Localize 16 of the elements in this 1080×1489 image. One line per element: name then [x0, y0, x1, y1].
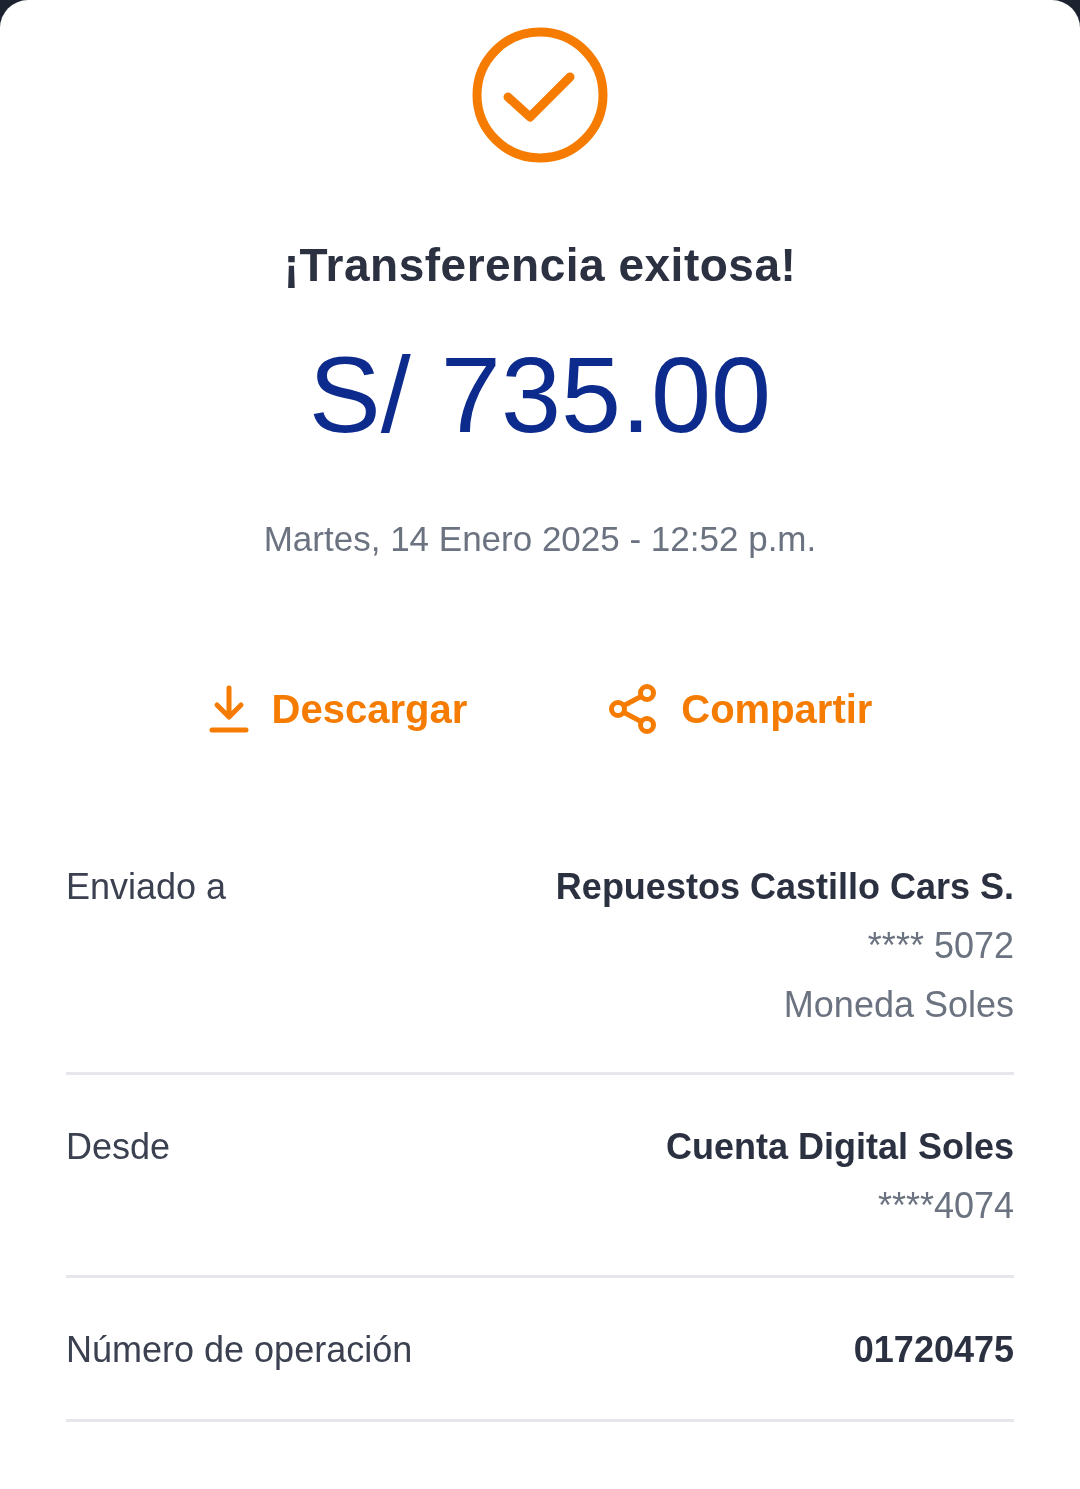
detail-value: Moneda Soles [783, 983, 1014, 1027]
amount: S/ 735.00 [308, 335, 772, 455]
status-title: ¡Transferencia exitosa! [283, 238, 797, 293]
download-icon [207, 684, 250, 734]
detail-value: **** 5072 [867, 924, 1014, 968]
transfer-date: Martes, 14 Enero 2025 - 12:52 p.m. [263, 518, 817, 560]
check-circle-icon [472, 27, 608, 163]
detail-label: Número de operación [66, 1328, 413, 1372]
detail-label: Enviado a [66, 865, 227, 909]
detail-label: Desde [66, 1125, 171, 1169]
detail-value: ****4074 [877, 1184, 1014, 1228]
detail-value: Repuestos Castillo Cars S. [555, 865, 1014, 909]
detail-value: 01720475 [853, 1328, 1014, 1372]
detail-value: Cuenta Digital Soles [665, 1125, 1014, 1169]
share-button[interactable]: Compartir [607, 683, 873, 735]
download-button[interactable]: Descargar [207, 683, 468, 735]
